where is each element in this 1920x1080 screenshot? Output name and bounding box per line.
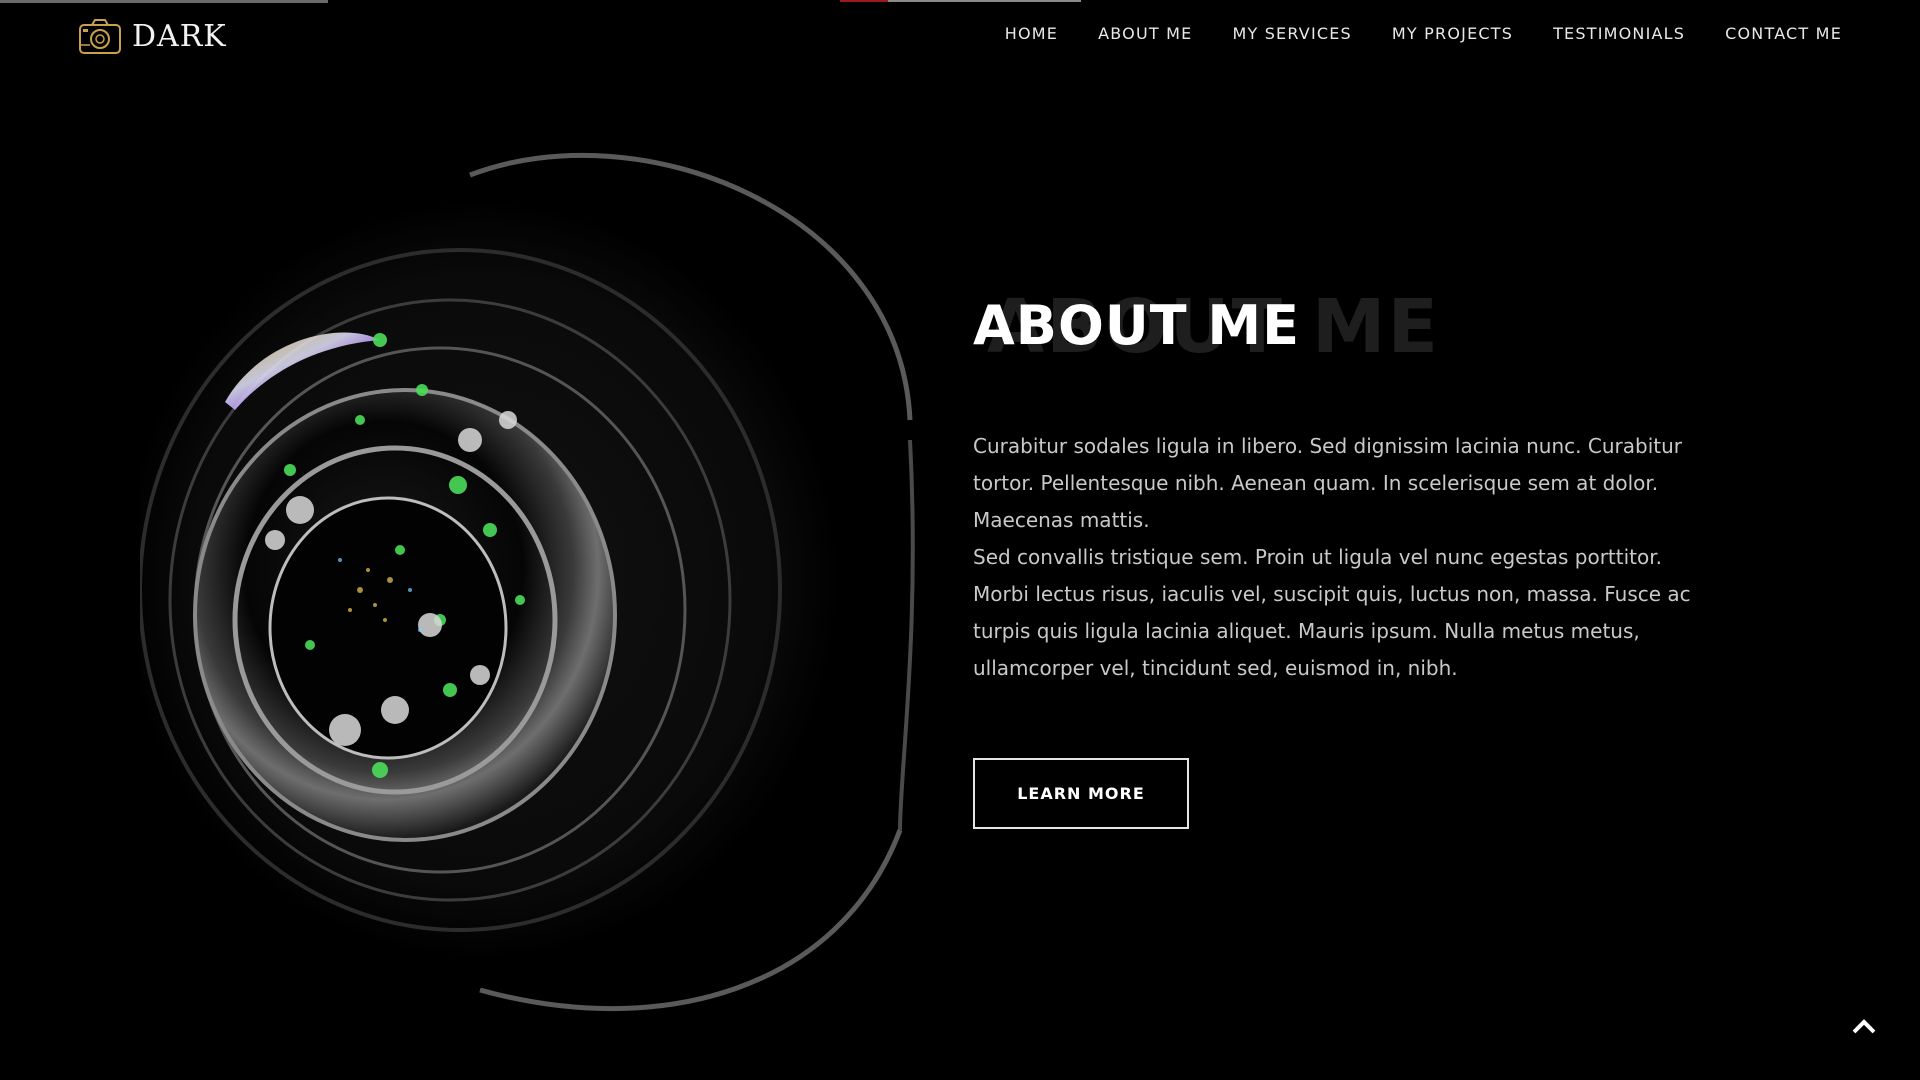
nav-item-testimonials[interactable]: TESTIMONIALS	[1553, 24, 1685, 43]
nav-item-my-projects[interactable]: MY PROJECTS	[1392, 24, 1513, 43]
brand-name: DARK	[132, 18, 227, 54]
nav-item-my-services[interactable]: MY SERVICES	[1232, 24, 1351, 43]
about-text: Curabitur sodales ligula in libero. Sed …	[973, 428, 1693, 687]
camera-icon	[79, 19, 121, 54]
about-paragraph: Curabitur sodales ligula in libero. Sed …	[973, 434, 1682, 532]
about-title: ABOUT ME	[973, 294, 1300, 357]
about-paragraph: Sed convallis tristique sem. Proin ut li…	[973, 545, 1691, 680]
learn-more-button[interactable]: LEARN MORE	[973, 758, 1189, 829]
main-nav: HOME ABOUT ME MY SERVICES MY PROJECTS TE…	[1005, 24, 1842, 43]
nav-item-contact-me[interactable]: CONTACT ME	[1725, 24, 1842, 43]
nav-item-home[interactable]: HOME	[1005, 24, 1058, 43]
nav-item-about-me[interactable]: ABOUT ME	[1098, 24, 1192, 43]
about-section: ABOUT ME ABOUT ME Curabitur sodales ligu…	[973, 284, 1733, 829]
camera-lens-image	[140, 152, 915, 1012]
site-header: DARK HOME ABOUT ME MY SERVICES MY PROJEC…	[0, 0, 1920, 70]
chevron-up-icon[interactable]	[1850, 1014, 1878, 1038]
page: DARK HOME ABOUT ME MY SERVICES MY PROJEC…	[0, 0, 1920, 1080]
about-title-wrap: ABOUT ME ABOUT ME	[973, 284, 1733, 372]
logo[interactable]: DARK	[78, 16, 227, 56]
